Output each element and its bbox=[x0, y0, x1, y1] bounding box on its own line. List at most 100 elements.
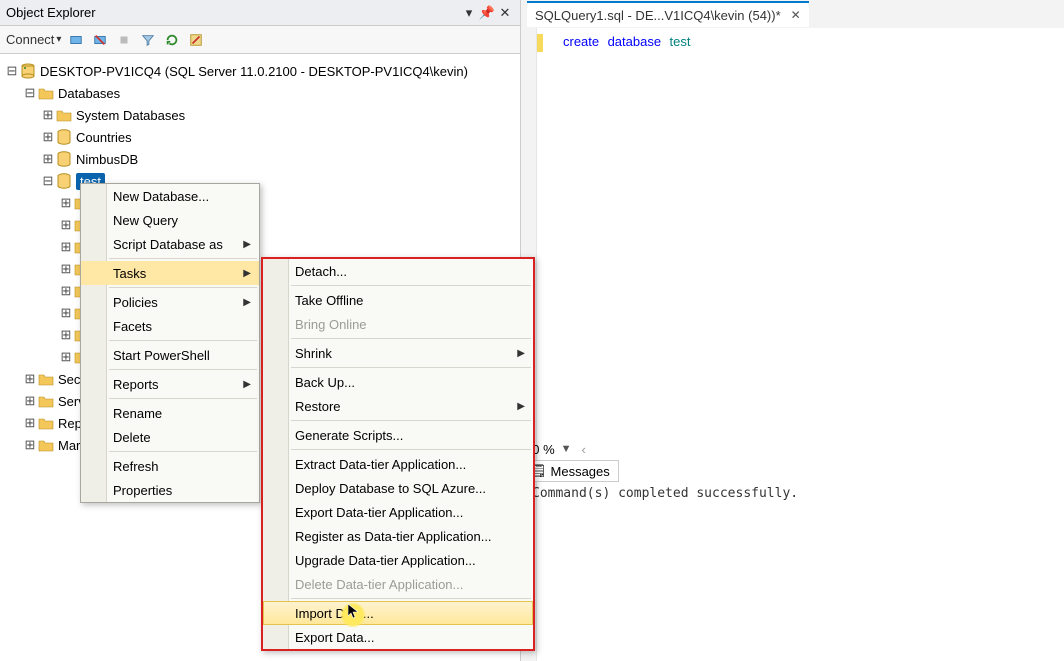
menu-item-label: Script Database as bbox=[113, 237, 223, 252]
refresh-icon[interactable] bbox=[163, 31, 181, 49]
tree-item[interactable]: ⊞ Countries bbox=[6, 126, 514, 148]
menu-item-label: Tasks bbox=[113, 266, 146, 281]
menu-item[interactable]: Restore▶ bbox=[263, 394, 533, 418]
menu-item[interactable]: Reports ▶ bbox=[81, 372, 259, 396]
tree-item[interactable]: ⊞ NimbusDB bbox=[6, 148, 514, 170]
menu-separator bbox=[291, 420, 531, 421]
folder-icon bbox=[56, 107, 72, 123]
keyword: database bbox=[608, 34, 662, 49]
disconnect-icon[interactable] bbox=[91, 31, 109, 49]
menu-separator bbox=[109, 258, 257, 259]
menu-item[interactable]: Refresh bbox=[81, 454, 259, 478]
menu-item[interactable]: Import Data... bbox=[263, 601, 533, 625]
menu-item-label: Export Data-tier Application... bbox=[295, 505, 463, 520]
server-icon bbox=[20, 63, 36, 79]
menu-item-label: Import Data... bbox=[295, 606, 374, 621]
panel-close-icon[interactable]: ✕ bbox=[496, 4, 514, 22]
menu-item[interactable]: Detach... bbox=[263, 259, 533, 283]
menu-item-label: Facets bbox=[113, 319, 152, 334]
menu-item-label: Bring Online bbox=[295, 317, 367, 332]
menu-item-label: Generate Scripts... bbox=[295, 428, 403, 443]
context-menu-database: New Database...New QueryScript Database … bbox=[80, 183, 260, 503]
context-menu-tasks: Detach... Take Offline Bring Online Shrink▶… bbox=[261, 257, 535, 651]
connect-button[interactable]: Connect▾ bbox=[6, 32, 61, 47]
menu-item[interactable]: Start PowerShell bbox=[81, 343, 259, 367]
menu-item[interactable]: Rename bbox=[81, 401, 259, 425]
change-marker bbox=[537, 34, 543, 52]
menu-separator bbox=[109, 398, 257, 399]
filter-icon[interactable] bbox=[139, 31, 157, 49]
database-icon bbox=[56, 151, 72, 167]
menu-item-label: Detach... bbox=[295, 264, 347, 279]
panel-dropdown-icon[interactable]: ▾ bbox=[460, 4, 478, 22]
menu-item-label: Take Offline bbox=[295, 293, 363, 308]
menu-item[interactable]: Properties bbox=[81, 478, 259, 502]
menu-separator bbox=[291, 285, 531, 286]
panel-title-text: Object Explorer bbox=[6, 5, 96, 20]
sql-editor[interactable]: create database test bbox=[521, 28, 1064, 661]
stop-icon[interactable] bbox=[115, 31, 133, 49]
menu-item[interactable]: Export Data-tier Application... bbox=[263, 500, 533, 524]
menu-item[interactable]: Deploy Database to SQL Azure... bbox=[263, 476, 533, 500]
tree-databases-node[interactable]: ⊟ Databases bbox=[6, 82, 514, 104]
panel-title-bar: Object Explorer ▾ 📌 ✕ bbox=[0, 0, 520, 26]
unknown-tool-icon[interactable] bbox=[187, 31, 205, 49]
database-icon bbox=[56, 129, 72, 145]
menu-separator bbox=[109, 451, 257, 452]
chevron-right-icon: ▶ bbox=[243, 239, 251, 250]
menu-item[interactable]: Generate Scripts... bbox=[263, 423, 533, 447]
menu-separator bbox=[291, 449, 531, 450]
menu-separator bbox=[109, 340, 257, 341]
menu-separator bbox=[291, 367, 531, 368]
panel-pin-icon[interactable]: 📌 bbox=[478, 4, 496, 22]
menu-item-label: Refresh bbox=[113, 459, 159, 474]
menu-item[interactable]: New Database... bbox=[81, 184, 259, 208]
menu-item-label: Rename bbox=[113, 406, 162, 421]
menu-item-label: Back Up... bbox=[295, 375, 355, 390]
menu-item-label: Reports bbox=[113, 377, 159, 392]
menu-item-label: Extract Data-tier Application... bbox=[295, 457, 466, 472]
menu-separator bbox=[109, 287, 257, 288]
menu-item-label: Start PowerShell bbox=[113, 348, 210, 363]
menu-item[interactable]: Extract Data-tier Application... bbox=[263, 452, 533, 476]
editor-panel: SQLQuery1.sql - DE...V1ICQ4\kevin (54))*… bbox=[521, 0, 1064, 661]
connect-icon[interactable] bbox=[67, 31, 85, 49]
menu-item-label: Export Data... bbox=[295, 630, 374, 645]
menu-item[interactable]: Tasks▶ bbox=[81, 261, 259, 285]
menu-item-label: Restore bbox=[295, 399, 341, 414]
menu-item[interactable]: Back Up... bbox=[263, 370, 533, 394]
menu-separator bbox=[109, 369, 257, 370]
menu-item: Delete Data-tier Application... bbox=[263, 572, 533, 596]
menu-item[interactable]: Delete bbox=[81, 425, 259, 449]
tree-item[interactable]: ⊞ System Databases bbox=[6, 104, 514, 126]
menu-item[interactable]: Script Database as ▶ bbox=[81, 232, 259, 256]
editor-line: create database test bbox=[543, 34, 1064, 50]
menu-item[interactable]: Take Offline bbox=[263, 288, 533, 312]
keyword: create bbox=[563, 34, 599, 49]
database-icon bbox=[56, 173, 72, 189]
tree-item-label: Countries bbox=[76, 130, 132, 145]
menu-item[interactable]: Export Data... bbox=[263, 625, 533, 649]
menu-item[interactable]: Facets bbox=[81, 314, 259, 338]
chevron-right-icon: ▶ bbox=[243, 379, 251, 390]
tree-server-node[interactable]: ⊟ DESKTOP-PV1ICQ4 (SQL Server 11.0.2100 … bbox=[6, 60, 514, 82]
messages-tab[interactable]: 🗒 Messages bbox=[521, 460, 619, 482]
close-icon[interactable]: ✕ bbox=[791, 8, 801, 22]
menu-item[interactable]: Upgrade Data-tier Application... bbox=[263, 548, 533, 572]
chevron-down-icon[interactable]: ▼ bbox=[561, 443, 572, 455]
editor-tab-bar: SQLQuery1.sql - DE...V1ICQ4\kevin (54))*… bbox=[521, 0, 1064, 28]
menu-item-label: Upgrade Data-tier Application... bbox=[295, 553, 476, 568]
menu-item-label: Delete bbox=[113, 430, 151, 445]
editor-tab-label: SQLQuery1.sql - DE...V1ICQ4\kevin (54))* bbox=[535, 8, 781, 23]
tree-server-label: DESKTOP-PV1ICQ4 (SQL Server 11.0.2100 - … bbox=[40, 64, 468, 79]
tree-item-label: NimbusDB bbox=[76, 152, 138, 167]
menu-item[interactable]: Shrink▶ bbox=[263, 341, 533, 365]
messages-output: Command(s) completed successfully. bbox=[532, 486, 798, 501]
menu-item-label: Register as Data-tier Application... bbox=[295, 529, 492, 544]
editor-tab[interactable]: SQLQuery1.sql - DE...V1ICQ4\kevin (54))*… bbox=[527, 1, 809, 27]
menu-item-label: Shrink bbox=[295, 346, 332, 361]
chevron-left-icon[interactable]: ‹ bbox=[582, 442, 586, 457]
menu-item[interactable]: Policies▶ bbox=[81, 290, 259, 314]
menu-item[interactable]: New Query bbox=[81, 208, 259, 232]
menu-item[interactable]: Register as Data-tier Application... bbox=[263, 524, 533, 548]
